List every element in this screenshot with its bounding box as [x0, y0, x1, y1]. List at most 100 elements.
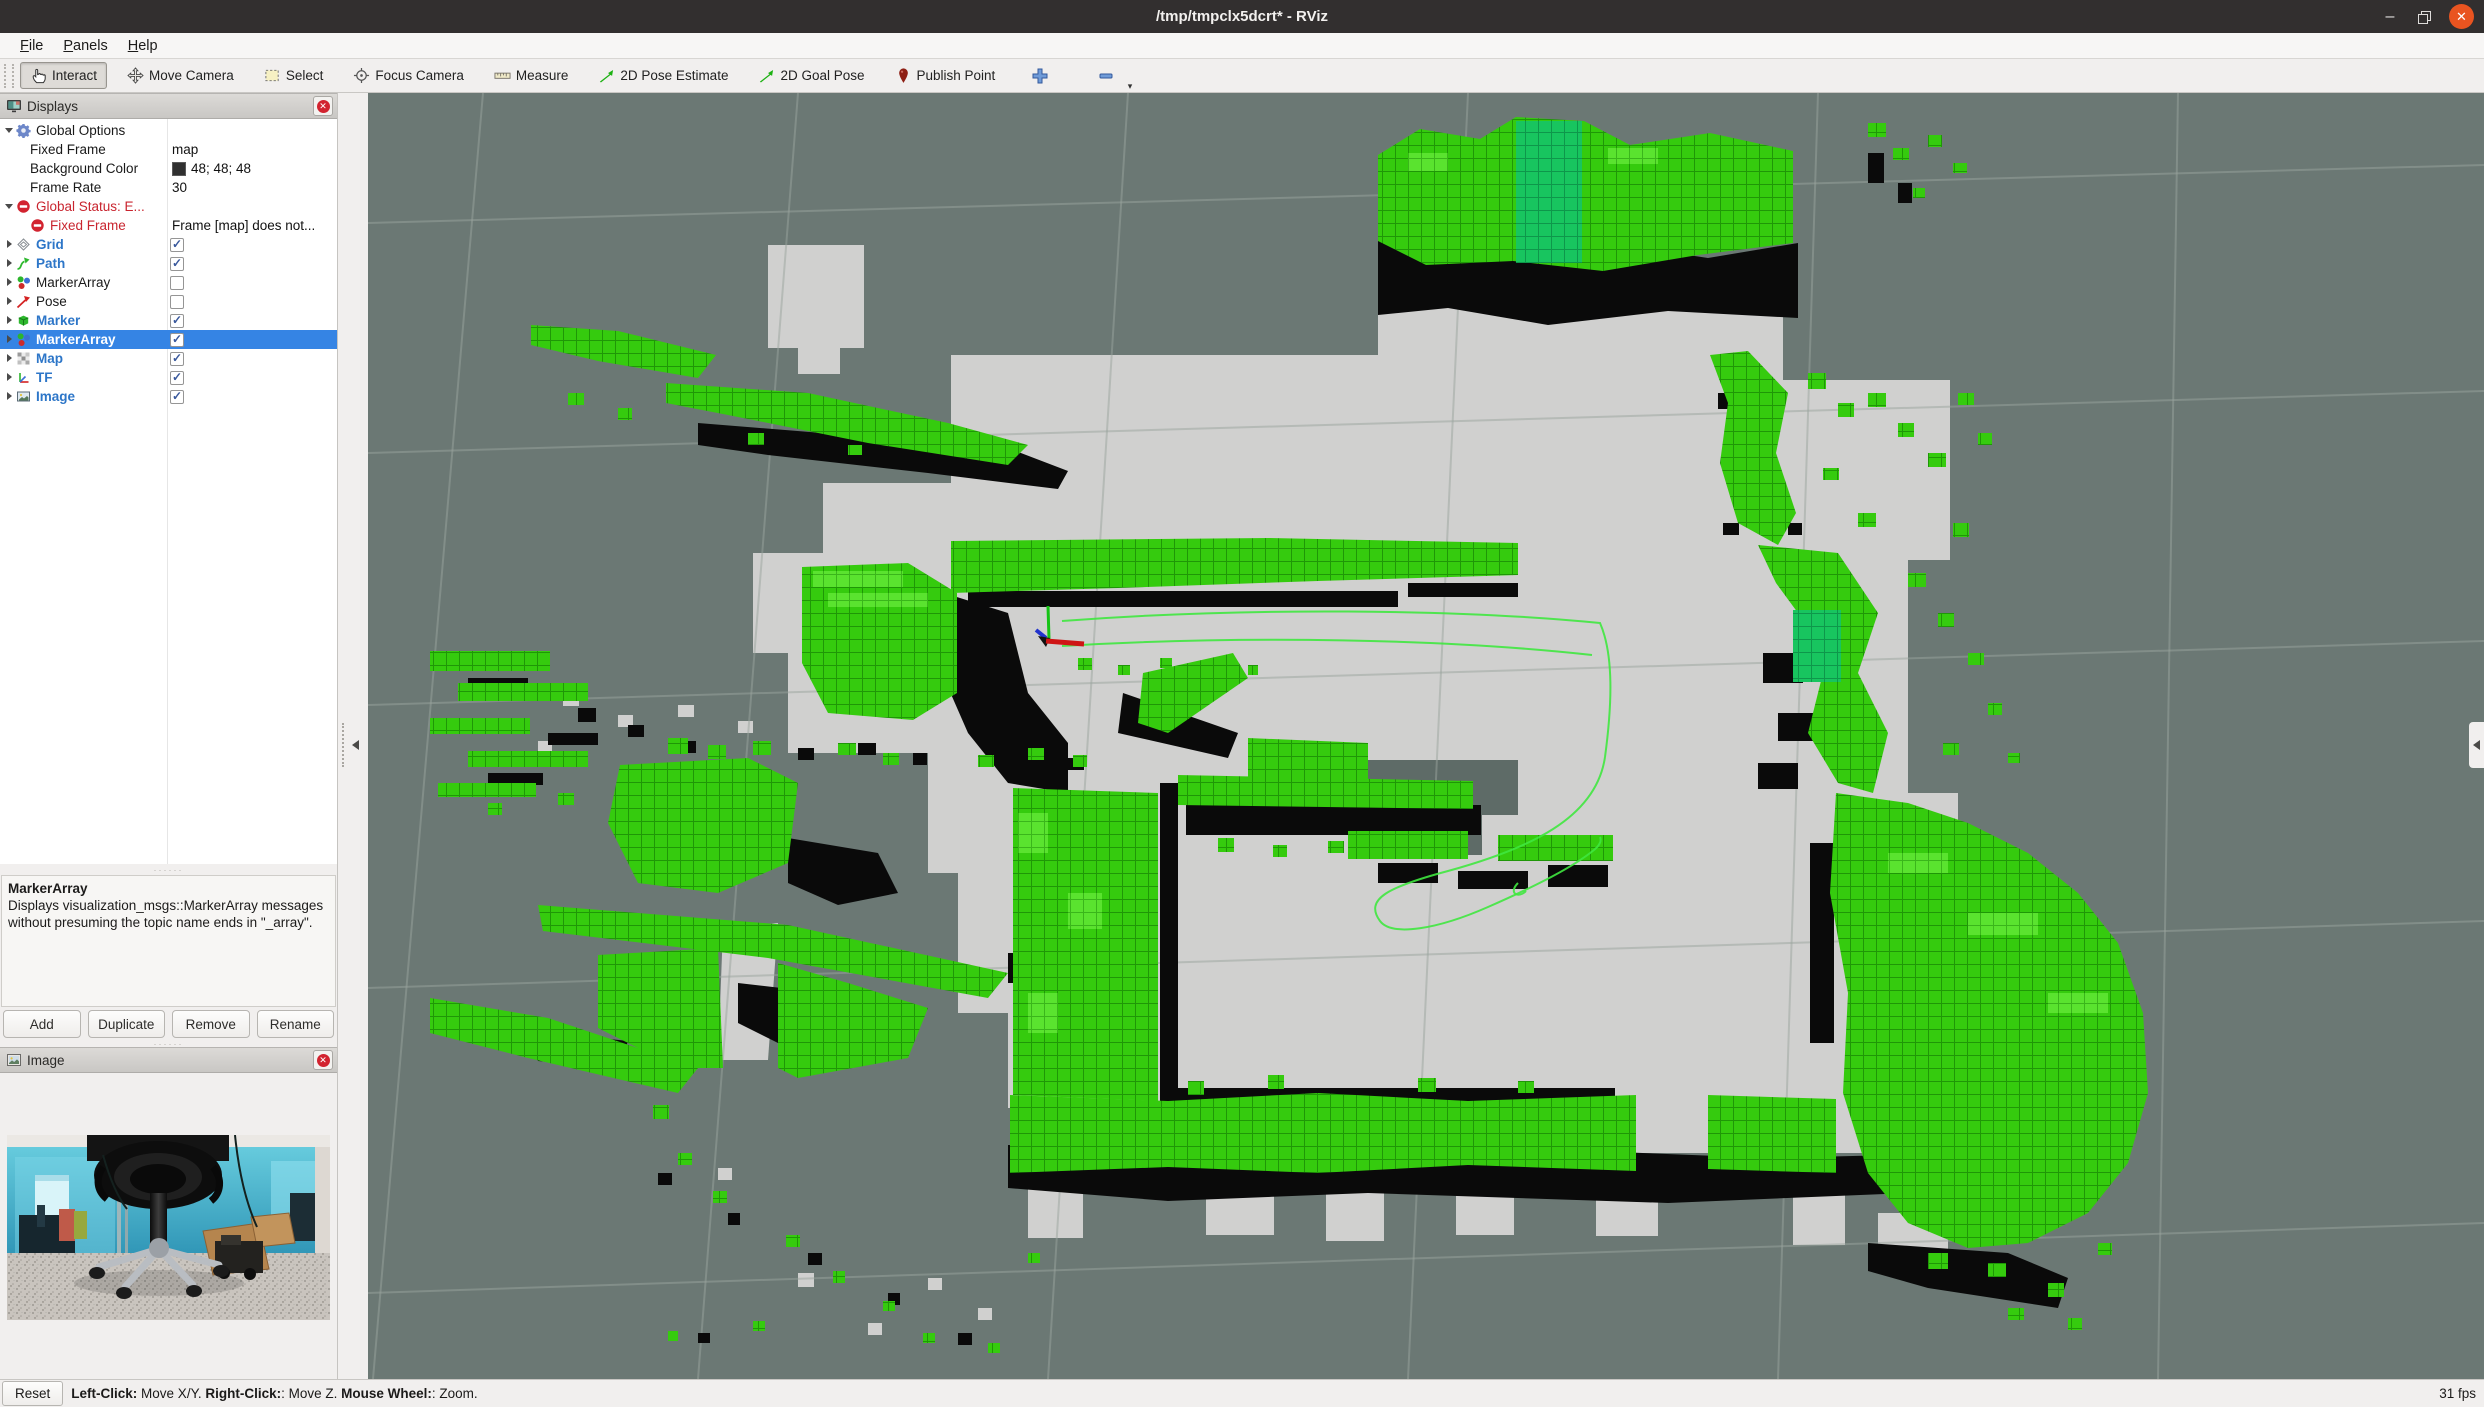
markerarray-icon	[16, 275, 32, 290]
markerarray-icon	[16, 332, 32, 347]
expander-arrow-icon[interactable]	[3, 333, 16, 346]
grid-icon	[16, 237, 32, 252]
image-icon	[16, 389, 32, 404]
remove-tool-button[interactable]: ▾	[1081, 62, 1131, 90]
tool-2d-pose-estimate[interactable]: 2D Pose Estimate	[588, 62, 738, 89]
display-row-frame-rate[interactable]: Frame Rate30	[0, 178, 337, 197]
displays-actions: Add Duplicate Remove Rename	[0, 1007, 337, 1041]
display-row-path[interactable]: Path	[0, 254, 337, 273]
add-display-button[interactable]: Add	[3, 1010, 81, 1038]
plus-icon	[1031, 67, 1049, 85]
expander-arrow-icon[interactable]	[3, 257, 16, 270]
window-title: /tmp/tmpclx5dcrt* - RViz	[0, 8, 2484, 25]
displays-tree: Global Options Fixed Frame map Background C…	[0, 119, 337, 864]
display-row-grid[interactable]: Grid	[0, 235, 337, 254]
pose-icon	[16, 294, 32, 309]
tool-focus-camera[interactable]: Focus Camera	[343, 62, 474, 89]
duplicate-display-button[interactable]: Duplicate	[88, 1010, 166, 1038]
mouse-help-text: Left-Click: Move X/Y. Right-Click:: Move…	[71, 1386, 477, 1401]
fps-counter: 31 fps	[2439, 1386, 2484, 1401]
displays-panel-header[interactable]: Displays ✕	[0, 93, 337, 119]
minimize-icon[interactable]: –	[2382, 12, 2398, 22]
rviz-window: /tmp/tmpclx5dcrt* - RViz – ✕ File Panels…	[0, 0, 2484, 1407]
row-value[interactable]: map	[172, 142, 198, 157]
row-checkbox[interactable]	[170, 314, 184, 328]
row-value[interactable]: 48; 48; 48	[172, 161, 251, 176]
display-row-fixed-frame[interactable]: Fixed Frame map	[0, 140, 337, 159]
tool-2d-goal-pose[interactable]: 2D Goal Pose	[748, 62, 874, 89]
display-row-markerarray[interactable]: MarkerArray	[0, 273, 337, 292]
rename-display-button[interactable]: Rename	[257, 1010, 335, 1038]
row-label: MarkerArray	[36, 332, 116, 347]
row-label: Marker	[36, 313, 80, 328]
display-row-pose[interactable]: Pose	[0, 292, 337, 311]
display-row-map[interactable]: Map	[0, 349, 337, 368]
measure-ruler-icon	[494, 67, 511, 84]
row-label: Pose	[36, 294, 67, 309]
remove-display-button[interactable]: Remove	[172, 1010, 250, 1038]
tf-icon	[16, 370, 32, 385]
row-checkbox[interactable]	[170, 352, 184, 366]
row-value[interactable]: Frame [map] does not...	[172, 218, 315, 233]
expander-arrow-icon[interactable]	[3, 314, 16, 327]
display-row-marker[interactable]: Marker	[0, 311, 337, 330]
expander-arrow-icon[interactable]	[3, 276, 16, 289]
tool-select[interactable]: Select	[254, 62, 334, 89]
pose-estimate-arrow-icon	[598, 67, 615, 84]
row-checkbox[interactable]	[170, 276, 184, 290]
close-icon[interactable]: ✕	[2449, 4, 2474, 29]
display-row-fixed-frame[interactable]: Fixed FrameFrame [map] does not...	[0, 216, 337, 235]
image-panel-title: Image	[27, 1053, 313, 1068]
row-checkbox[interactable]	[170, 257, 184, 271]
image-panel-icon	[6, 1052, 22, 1068]
maximize-icon[interactable]	[2418, 11, 2429, 22]
expander-arrow-icon[interactable]	[3, 124, 16, 137]
panel-splitter-handle[interactable]	[0, 864, 337, 875]
display-row-image[interactable]: Image	[0, 387, 337, 406]
row-checkbox[interactable]	[170, 295, 184, 309]
display-row-tf[interactable]: TF	[0, 368, 337, 387]
row-checkbox[interactable]	[170, 371, 184, 385]
row-label: MarkerArray	[36, 275, 110, 290]
3d-viewport[interactable]	[368, 93, 2484, 1379]
titlebar: /tmp/tmpclx5dcrt* - RViz – ✕	[0, 0, 2484, 33]
expander-arrow-icon[interactable]	[3, 390, 16, 403]
tool-interact[interactable]: Interact	[20, 62, 107, 89]
collapse-panel-handle[interactable]	[342, 722, 364, 768]
tool-publish-point[interactable]: Publish Point	[885, 62, 1006, 89]
expander-arrow-icon[interactable]	[3, 352, 16, 365]
marker-icon	[16, 313, 32, 328]
expander-arrow-icon[interactable]	[3, 200, 16, 213]
row-label: Grid	[36, 237, 64, 252]
panel-viewport-splitter[interactable]	[338, 93, 368, 1379]
toolbar: Interact Move Camera Select Focus Camera…	[0, 59, 2484, 93]
display-row-global-options[interactable]: Global Options	[0, 121, 337, 140]
hand-cursor-icon	[30, 67, 47, 84]
tool-move-camera[interactable]: Move Camera	[117, 62, 244, 89]
image-panel-header[interactable]: Image ✕	[0, 1047, 337, 1073]
menu-help[interactable]: Help	[118, 36, 168, 56]
right-panel-handle[interactable]	[2469, 722, 2484, 768]
expander-arrow-icon[interactable]	[3, 238, 16, 251]
statusbar: Reset Left-Click: Move X/Y. Right-Click:…	[0, 1379, 2484, 1407]
description-body: Displays visualization_msgs::MarkerArray…	[8, 897, 329, 931]
row-checkbox[interactable]	[170, 333, 184, 347]
add-tool-button[interactable]	[1015, 62, 1065, 90]
row-label: Fixed Frame	[30, 142, 106, 157]
row-value[interactable]: 30	[172, 180, 187, 195]
displays-panel-close-button[interactable]: ✕	[313, 96, 333, 116]
reset-button[interactable]: Reset	[2, 1381, 63, 1406]
toolbar-drag-handle-icon[interactable]	[4, 64, 14, 88]
row-checkbox[interactable]	[170, 390, 184, 404]
menu-panels[interactable]: Panels	[53, 36, 117, 56]
row-checkbox[interactable]	[170, 238, 184, 252]
expander-arrow-icon[interactable]	[3, 295, 16, 308]
display-row-background-color[interactable]: Background Color48; 48; 48	[0, 159, 337, 178]
menu-file[interactable]: File	[10, 36, 53, 56]
expander-arrow-icon[interactable]	[3, 371, 16, 384]
display-row-markerarray[interactable]: MarkerArray	[0, 330, 337, 349]
tool-measure[interactable]: Measure	[484, 62, 579, 89]
move-camera-icon	[127, 67, 144, 84]
image-panel-close-button[interactable]: ✕	[313, 1050, 333, 1070]
display-row-global-status-e-[interactable]: Global Status: E...	[0, 197, 337, 216]
